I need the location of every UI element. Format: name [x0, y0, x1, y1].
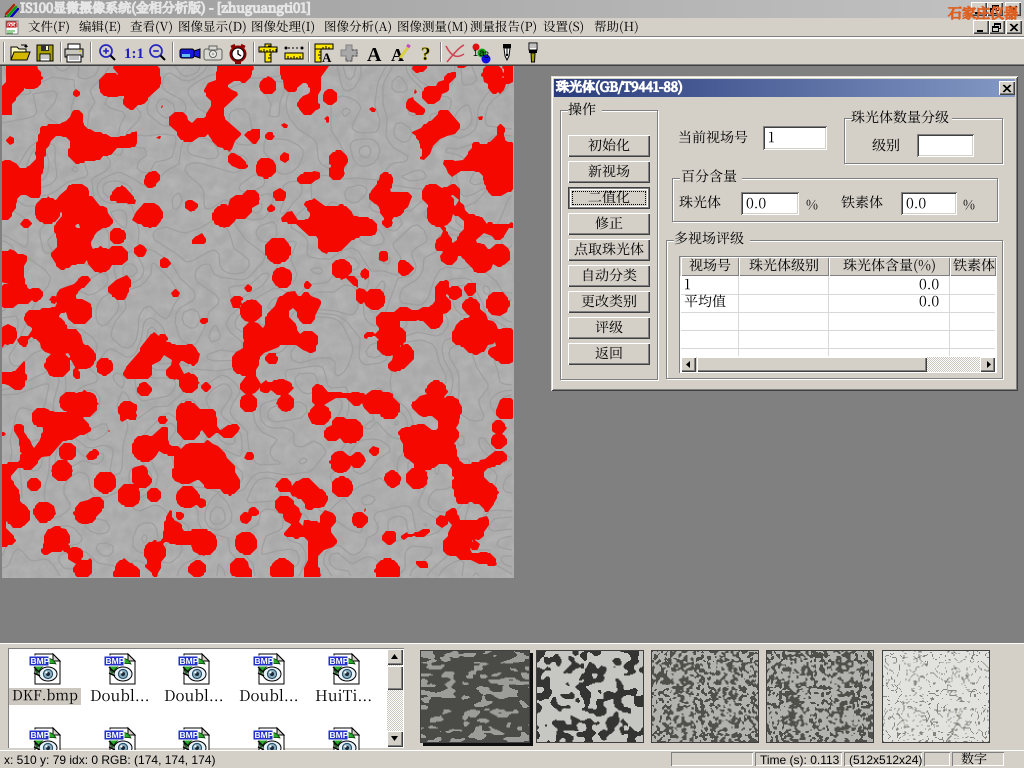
svg-text:BMP: BMP: [255, 730, 274, 740]
svg-text:BMP: BMP: [31, 730, 50, 740]
svg-text:BMP: BMP: [330, 656, 349, 666]
svg-text:A: A: [367, 44, 382, 64]
svg-text:1: 1: [473, 48, 478, 58]
svg-text:BMP: BMP: [106, 656, 125, 666]
svg-text:3: 3: [484, 50, 489, 60]
svg-text:BMP: BMP: [106, 730, 125, 740]
svg-text:1:1: 1:1: [124, 46, 144, 62]
svg-text:BMP: BMP: [180, 656, 199, 666]
svg-text:BMP: BMP: [180, 730, 199, 740]
svg-text:BMP: BMP: [31, 656, 50, 666]
svg-text:?: ?: [421, 44, 431, 64]
svg-text:BMP: BMP: [330, 730, 349, 740]
svg-text:BMP: BMP: [255, 656, 274, 666]
svg-text:A: A: [322, 50, 332, 64]
svg-text:DOC: DOC: [8, 23, 19, 28]
